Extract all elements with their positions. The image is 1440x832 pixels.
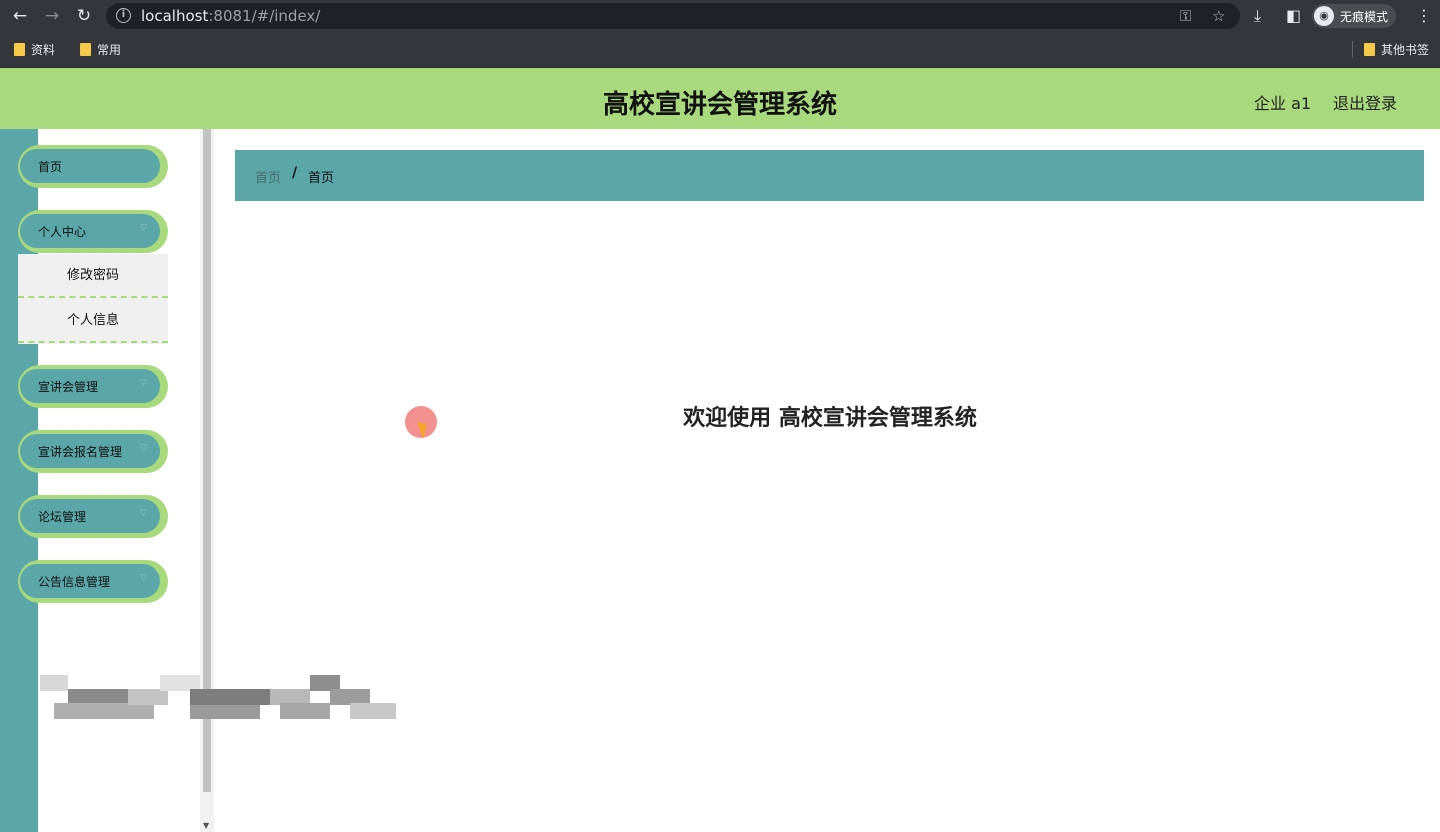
- submenu-change-password[interactable]: 修改密码: [18, 254, 168, 298]
- forward-icon[interactable]: →: [42, 6, 62, 26]
- pixel-block: [54, 703, 154, 719]
- pixelated-watermark: [40, 675, 396, 725]
- bookmarks-bar: 资料 常用 其他书签: [0, 32, 1440, 68]
- url-host: localhost: [141, 7, 209, 25]
- bookmark-divider: [1352, 41, 1353, 58]
- download-icon[interactable]: ⤓: [1254, 6, 1261, 26]
- submenu-personal-info[interactable]: 个人信息: [18, 299, 168, 343]
- bookmark-folder-1[interactable]: 资料: [14, 41, 55, 58]
- incognito-label: 无痕模式: [1340, 9, 1389, 24]
- address-bar[interactable]: i localhost:8081/#/index/ ⚿ ☆: [106, 3, 1240, 29]
- app-header: 高校宣讲会管理系统 企业 a1 退出登录: [0, 68, 1440, 129]
- sidebar-item-label: 宣讲会管理: [38, 380, 99, 394]
- bookmark-folder-2[interactable]: 常用: [80, 41, 121, 58]
- scroll-down-icon[interactable]: ▼: [203, 821, 209, 830]
- chevron-down-icon: ▽: [140, 443, 147, 453]
- bookmark-label: 资料: [31, 43, 56, 57]
- other-bookmarks-label: 其他书签: [1381, 43, 1430, 57]
- sidebar-item-label: 首页: [38, 160, 63, 174]
- chevron-down-icon: ▽: [140, 573, 147, 583]
- sidebar-item-home[interactable]: 首页: [18, 145, 168, 188]
- folder-icon: [80, 43, 91, 56]
- chevron-down-icon: ▽: [140, 508, 147, 518]
- side-panel-icon[interactable]: ◧: [1286, 6, 1301, 26]
- pixel-block: [350, 703, 396, 719]
- pixel-block: [190, 703, 260, 719]
- breadcrumb: 首页 / 首页: [235, 150, 1424, 201]
- pixel-block: [280, 703, 330, 719]
- bookmark-label: 常用: [97, 43, 122, 57]
- current-user: 企业 a1: [1254, 94, 1312, 113]
- star-icon[interactable]: ☆: [1212, 8, 1225, 24]
- breadcrumb-home-link[interactable]: 首页: [255, 167, 281, 186]
- site-info-icon[interactable]: i: [116, 8, 131, 23]
- sidebar-item-forum-management[interactable]: 论坛管理 ▽: [18, 495, 168, 538]
- other-bookmarks[interactable]: 其他书签: [1364, 41, 1429, 58]
- breadcrumb-separator: /: [292, 165, 298, 181]
- pixel-block: [40, 675, 68, 691]
- key-icon[interactable]: ⚿: [1180, 8, 1191, 24]
- incognito-icon: ◉: [1314, 6, 1334, 26]
- logout-button[interactable]: 退出登录: [1333, 90, 1397, 114]
- breadcrumb-current: 首页: [308, 171, 335, 186]
- more-menu-icon[interactable]: ⋮: [1416, 6, 1432, 26]
- pixel-block: [128, 689, 168, 705]
- sidebar-item-notice-management[interactable]: 公告信息管理 ▽: [18, 560, 168, 603]
- sidebar-item-label: 个人中心: [38, 225, 87, 239]
- sidebar-item-personal-center[interactable]: 个人中心 ▽: [18, 210, 168, 253]
- folder-icon: [14, 43, 25, 56]
- url-text[interactable]: localhost:8081/#/index/: [141, 7, 320, 25]
- browser-toolbar: ← → ↻ i localhost:8081/#/index/ ⚿ ☆ ⤓ ◧ …: [0, 0, 1440, 32]
- back-icon[interactable]: ←: [10, 6, 30, 26]
- incognito-badge[interactable]: ◉ 无痕模式: [1312, 4, 1397, 28]
- folder-icon: [1364, 43, 1375, 56]
- pixel-block: [190, 689, 270, 705]
- sidebar-scrollbar[interactable]: ▼: [200, 129, 214, 832]
- personal-center-submenu: 修改密码 个人信息: [18, 254, 168, 344]
- page-title: 高校宣讲会管理系统: [602, 90, 837, 120]
- sidebar-item-label: 论坛管理: [38, 510, 87, 524]
- sidebar-item-label: 宣讲会报名管理: [38, 445, 123, 459]
- chevron-down-icon: ▽: [140, 223, 147, 233]
- sidebar-item-label: 公告信息管理: [38, 575, 111, 589]
- sidebar-item-talk-management[interactable]: 宣讲会管理 ▽: [18, 365, 168, 408]
- reload-icon[interactable]: ↻: [74, 6, 94, 26]
- chevron-down-icon: ▽: [140, 378, 147, 388]
- sidebar-item-registration-management[interactable]: 宣讲会报名管理 ▽: [18, 430, 168, 473]
- url-path: :8081/#/index/: [208, 7, 321, 25]
